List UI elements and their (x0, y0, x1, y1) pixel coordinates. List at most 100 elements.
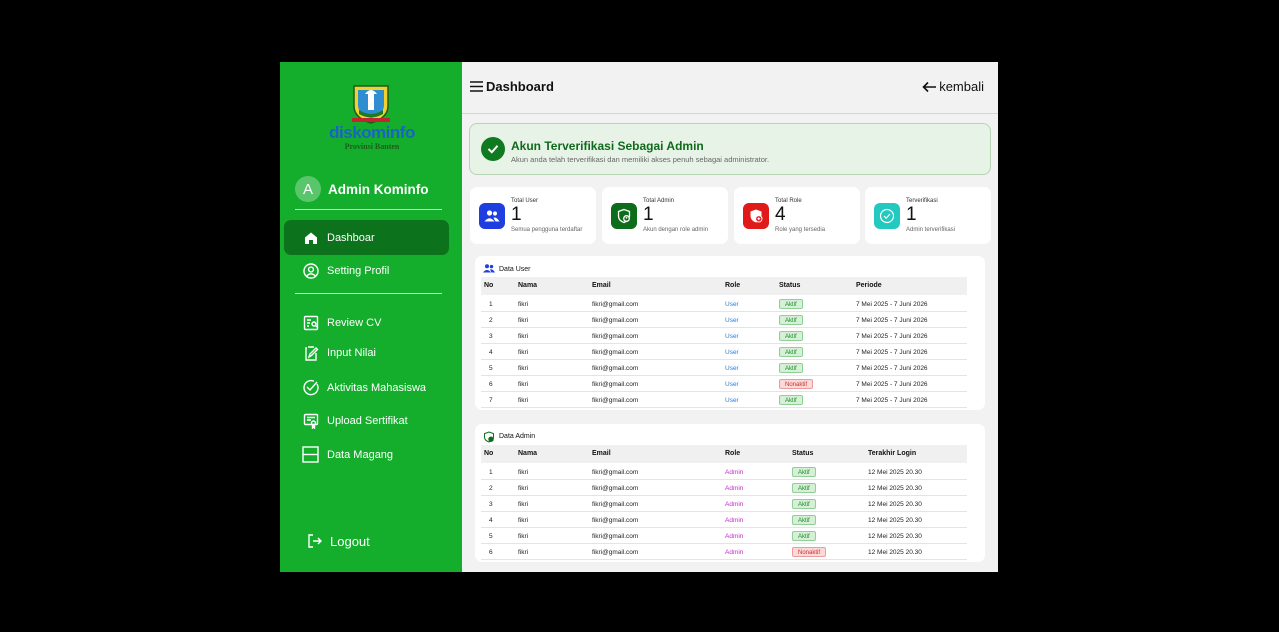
cell-period: 7 Mei 2025 - 7 Juni 2026 (856, 381, 928, 388)
back-button[interactable]: kembali (922, 79, 984, 94)
sidebar: diskominfo Provinsi Banten A Admin Komin… (280, 62, 462, 572)
cell-no: 4 (489, 349, 493, 356)
stat-value: 1 (906, 204, 917, 225)
cell-name: fikri (518, 381, 529, 388)
cell-role: User (725, 301, 739, 308)
sidebar-item-data-magang[interactable]: Data Magang (284, 437, 449, 472)
cell-email: fikri@gmail.com (592, 317, 639, 324)
cell-no: 3 (489, 333, 493, 340)
cell-role: Admin (725, 533, 744, 540)
hamburger-menu-icon[interactable] (470, 81, 483, 92)
cell-email: fikri@gmail.com (592, 349, 639, 356)
panel-title: Data Admin (483, 431, 535, 443)
column-header: Status (779, 282, 801, 289)
cell-email: fikri@gmail.com (592, 549, 639, 556)
cell-no: 1 (489, 469, 493, 476)
cell-period: 7 Mei 2025 - 7 Juni 2026 (856, 317, 928, 324)
profile-icon (302, 262, 319, 279)
table-row[interactable]: 6 fikri fikri@gmail.com User Nonaktif 7 Mei 2… (481, 376, 967, 392)
sidebar-item-label: Dashboar (327, 231, 375, 244)
banner-text: Akun anda telah terverifikasi dan memili… (511, 155, 770, 164)
cell-no: 7 (489, 397, 493, 404)
logo-subtitle: Provinsi Banten (344, 142, 400, 151)
stat-card-total-role: Total Role 4 Role yang tersedia (734, 187, 860, 244)
column-header: Terakhir Login (868, 450, 917, 457)
cell-no: 1 (489, 301, 493, 308)
cell-email: fikri@gmail.com (592, 397, 639, 404)
stat-value: 1 (511, 204, 522, 225)
table-row[interactable]: 4 fikri fikri@gmail.com Admin Aktif 12 Mei 20… (481, 512, 967, 528)
table-row[interactable]: 5 fikri fikri@gmail.com User Aktif 7 Mei 2025… (481, 360, 967, 376)
sidebar-item-label: Aktivitas Mahasiswa (327, 381, 427, 394)
avatar: A (295, 176, 321, 202)
check-circle-icon (302, 379, 319, 396)
cell-role: User (725, 381, 739, 388)
table-row[interactable]: 7 fikri fikri@gmail.com User Aktif 7 Mei 2025… (481, 392, 967, 408)
cell-no: 6 (489, 381, 493, 388)
table-row[interactable]: 6 fikri fikri@gmail.com Admin Nonaktif 12 Mei… (481, 544, 967, 560)
back-label: kembali (939, 79, 984, 94)
logout-icon (306, 532, 324, 550)
cell-no: 5 (489, 365, 493, 372)
status-badge: Aktif (779, 299, 803, 309)
table-header: No Nama Email Role Status Periode (481, 277, 967, 295)
cell-email: fikri@gmail.com (592, 365, 639, 372)
cell-period: 12 Mei 2025 20.30 (868, 501, 922, 508)
cell-period: 7 Mei 2025 - 7 Juni 2026 (856, 333, 928, 340)
table-header: No Nama Email Role Status Terakhir Login (481, 445, 967, 463)
sidebar-item-setting-profil[interactable]: Setting Profil (284, 253, 449, 288)
users-icon (483, 264, 495, 274)
cell-role: Admin (725, 469, 744, 476)
cell-role: User (725, 333, 739, 340)
status-badge: Aktif (779, 315, 803, 325)
data-admin-panel: Data Admin No Nama Email Role Status Ter… (475, 424, 985, 562)
sidebar-item-label: Input Nilai (327, 346, 376, 359)
cell-period: 12 Mei 2025 20.30 (868, 533, 922, 540)
column-header: No (484, 282, 494, 289)
sidebar-item-label: Data Magang (327, 448, 394, 461)
verified-icon (874, 203, 900, 229)
verified-banner: Akun Terverifikasi Sebagai Admin Akun an… (469, 123, 991, 175)
sidebar-item-aktivitas-mahasiswa[interactable]: Aktivitas Mahasiswa (284, 370, 449, 405)
app-window: diskominfo Provinsi Banten A Admin Komin… (280, 62, 998, 572)
cell-name: fikri (518, 485, 529, 492)
cell-role: Admin (725, 501, 744, 508)
sidebar-item-dashboard[interactable]: Dashboar (284, 220, 449, 255)
cell-name: fikri (518, 317, 529, 324)
status-badge: Aktif (792, 467, 816, 477)
cell-email: fikri@gmail.com (592, 501, 639, 508)
shield-user-icon (483, 431, 495, 443)
cell-no: 5 (489, 533, 493, 540)
sidebar-item-input-nilai[interactable]: Input Nilai (284, 335, 449, 370)
table-row[interactable]: 2 fikri fikri@gmail.com Admin Aktif 12 Mei 20… (481, 480, 967, 496)
table-row[interactable]: 5 fikri fikri@gmail.com Admin Aktif 12 Mei 20… (481, 528, 967, 544)
cell-role: User (725, 349, 739, 356)
banner-title: Akun Terverifikasi Sebagai Admin (511, 139, 704, 153)
user-profile[interactable]: A Admin Kominfo (295, 175, 429, 203)
sidebar-item-upload-sertifikat[interactable]: Upload Sertifikat (284, 403, 449, 438)
cell-period: 12 Mei 2025 20.30 (868, 517, 922, 524)
stat-description: Akun dengan role admin (643, 227, 709, 233)
cell-email: fikri@gmail.com (592, 381, 639, 388)
table-row[interactable]: 4 fikri fikri@gmail.com User Aktif 7 Mei 2025… (481, 344, 967, 360)
table-row[interactable]: 3 fikri fikri@gmail.com User Aktif 7 Mei 2025… (481, 328, 967, 344)
table-row[interactable]: 1 fikri fikri@gmail.com Admin Aktif 12 Mei 20… (481, 464, 967, 480)
column-header: Email (592, 450, 611, 457)
column-header: No (484, 450, 494, 457)
cell-no: 6 (489, 549, 493, 556)
table-row[interactable]: 1 fikri fikri@gmail.com User Aktif 7 Mei 2025… (481, 296, 967, 312)
logout-button[interactable]: Logout (306, 532, 370, 550)
cell-name: fikri (518, 365, 529, 372)
cell-no: 2 (489, 317, 493, 324)
table-row[interactable]: 2 fikri fikri@gmail.com User Aktif 7 Mei 2025… (481, 312, 967, 328)
table-row[interactable]: 3 fikri fikri@gmail.com Admin Aktif 12 Mei 20… (481, 496, 967, 512)
cell-no: 3 (489, 501, 493, 508)
logo: diskominfo Provinsi Banten (320, 76, 424, 151)
cell-name: fikri (518, 349, 529, 356)
user-name: Admin Kominfo (328, 181, 429, 197)
provincial-emblem-icon (352, 85, 390, 124)
top-bar: Dashboard kembali (462, 62, 998, 114)
logout-label: Logout (330, 533, 370, 549)
sidebar-divider (295, 209, 442, 210)
data-user-panel: Data User No Nama Email Role Status Peri… (475, 256, 985, 410)
